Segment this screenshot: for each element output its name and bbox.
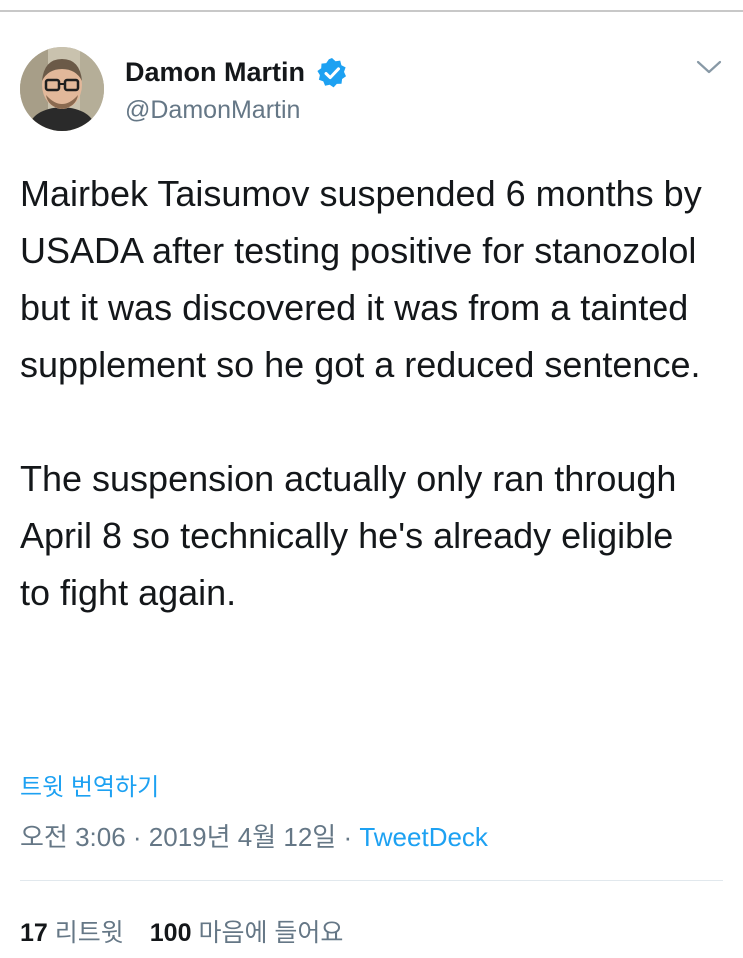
tweet-date[interactable]: 2019년 4월 12일 [149, 822, 336, 852]
tweet-metadata: 오전 3:06 · 2019년 4월 12일 · TweetDeck [20, 817, 488, 854]
tweet-text: Mairbek Taisumov suspended 6 months by U… [20, 173, 702, 613]
tweet-source-link[interactable]: TweetDeck [359, 822, 488, 852]
avatar-image [20, 47, 104, 131]
tweet-time[interactable]: 오전 3:06 [20, 822, 126, 852]
retweets-label: 리트윗 [54, 919, 124, 947]
retweets-stat[interactable]: 17 리트윗 [20, 919, 124, 947]
translate-tweet-link[interactable]: 트윗 번역하기 [20, 767, 159, 802]
stats-divider [20, 880, 723, 881]
author-display-name[interactable]: Damon Martin [125, 57, 305, 88]
likes-count: 100 [149, 919, 192, 947]
verified-badge-icon [317, 58, 346, 88]
likes-stat[interactable]: 100 마음에 들어요 [150, 919, 344, 947]
retweets-count: 17 [20, 919, 48, 947]
avatar[interactable] [20, 47, 104, 131]
meta-separator: · [336, 822, 360, 852]
tweet-stats: 17 리트윗 100 마음에 들어요 [20, 913, 343, 949]
likes-label: 마음에 들어요 [198, 919, 344, 947]
chevron-down-icon[interactable] [694, 56, 724, 80]
author-handle[interactable]: @DamonMartin [125, 96, 300, 125]
meta-separator: · [125, 822, 149, 852]
top-divider [0, 10, 743, 12]
